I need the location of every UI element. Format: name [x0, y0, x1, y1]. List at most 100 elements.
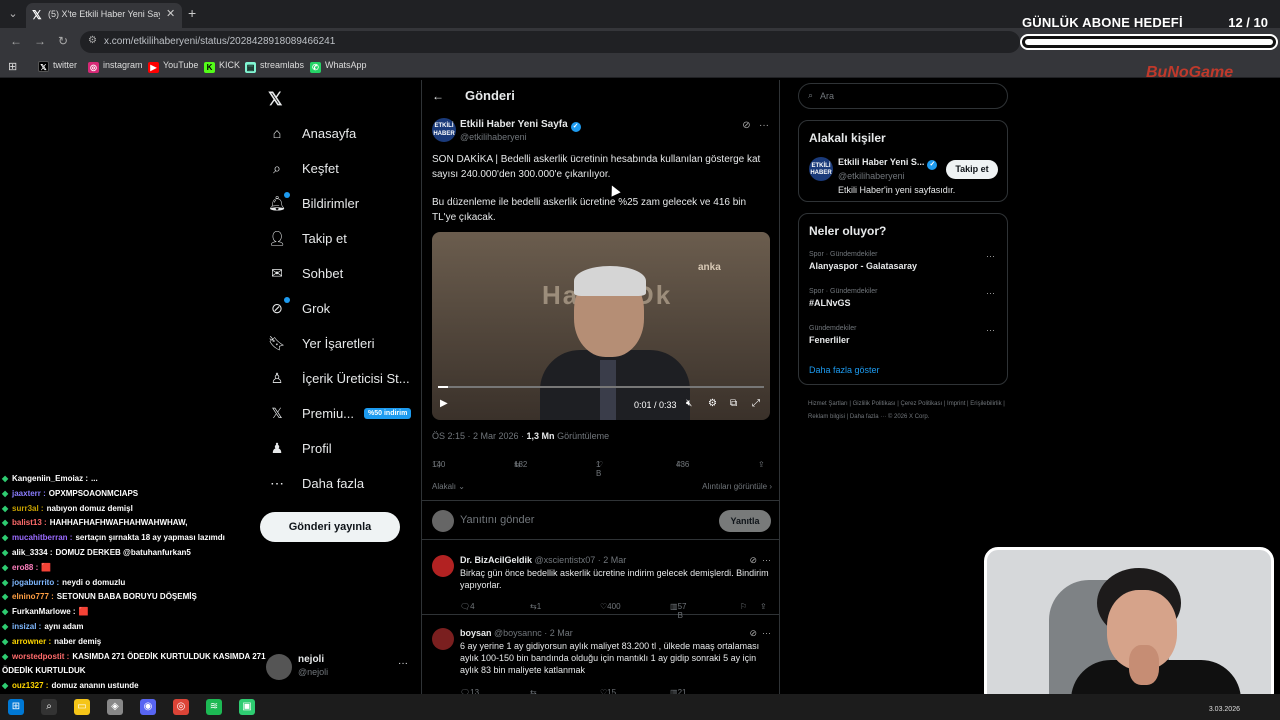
reply-text: 6 ay yerine 1 ay gidiyorsun aylık maliye…	[460, 641, 760, 675]
tweet-video[interactable]: Haber Dk anka ▶ 0:01 / 0:33 🔇︎ ⚙ ⧉ ⤢	[432, 232, 770, 420]
x-logo-icon[interactable]: 𝕏	[268, 84, 283, 114]
site-info-icon[interactable]: ⚙	[88, 35, 97, 46]
chat-badge-icon: ◆	[2, 681, 9, 691]
post-button[interactable]: Gönderi yayınla	[260, 512, 400, 542]
premium-discount-badge: %50 indirim	[364, 407, 412, 419]
nav-profile[interactable]: ♟ Profil	[266, 433, 332, 463]
nav-creator-studio[interactable]: ♙ İçerik Üreticisi St...	[266, 363, 410, 393]
bookmark-streamlabs[interactable]: ▤ streamlabs	[245, 60, 304, 73]
bookmarks-bar: ⊞ 𝕏twitter ◎ instagram ▶ YouTube K KICK ▤ st…	[0, 56, 1280, 78]
follow-button[interactable]: Takip et	[946, 160, 998, 179]
trend-item[interactable]: Spor · Gündemdekiler #ALNvGS ···	[809, 288, 999, 308]
heart-icon[interactable]: ♡ 400	[600, 602, 621, 611]
video-progress-bar[interactable]	[438, 386, 764, 388]
chat-username: alik_3334 :	[12, 548, 53, 557]
bookmark-instagram[interactable]: ◎ instagram	[88, 60, 143, 73]
account-switcher[interactable]: nejoli @nejoli ···	[266, 652, 416, 682]
nav-bookmarks[interactable]: 🔖︎ Yer İşaretleri	[266, 328, 375, 358]
sub-goal-count: 12 / 10	[1228, 15, 1268, 30]
nav-explore[interactable]: ⌕ Keşfet	[266, 153, 339, 183]
more-icon[interactable]: ···	[986, 251, 995, 261]
chat-username: jaaxterr :	[12, 488, 46, 498]
more-icon[interactable]: ⊘ ···	[749, 555, 771, 566]
fullscreen-icon[interactable]: ⤢	[752, 398, 760, 409]
discord-icon[interactable]: ◉	[140, 699, 156, 715]
bookmark-whatsapp[interactable]: ✆ WhatsApp	[310, 60, 367, 73]
sub-goal-fill	[1025, 39, 1273, 45]
card-title: Neler oluyor?	[809, 224, 887, 238]
chat-username: mucahitberran :	[12, 533, 73, 543]
reply-item[interactable]: Dr. BizAcilGeldik @xscientistx07 · 2 Mar…	[422, 547, 779, 620]
more-icon[interactable]: ⊘ ···	[749, 628, 771, 639]
more-icon[interactable]: ···	[398, 658, 408, 669]
chat-badge-icon: ◆	[2, 562, 9, 572]
show-more-link[interactable]: Daha fazla göster	[809, 365, 880, 375]
settings-icon[interactable]: ⚙	[708, 398, 717, 409]
back-arrow-icon[interactable]: ←	[432, 89, 444, 103]
search-input[interactable]: ⌕ Ara	[798, 83, 1008, 109]
apps-icon[interactable]: ⊞	[8, 60, 17, 73]
play-icon[interactable]: ▶	[440, 398, 448, 409]
reply-item[interactable]: boysan @boysannc · 2 Mar ⊘ ··· 6 ay yeri…	[422, 620, 779, 700]
close-tab-icon[interactable]: ✕	[166, 7, 175, 20]
bookmark-youtube[interactable]: ▶ YouTube	[148, 60, 198, 73]
nav-home[interactable]: ⌂ Anasayfa	[266, 118, 356, 148]
search-icon[interactable]: ⌕	[41, 699, 57, 715]
forward-icon[interactable]: →	[34, 34, 46, 48]
sort-dropdown[interactable]: Alakalı ⌄	[432, 482, 465, 491]
avatar	[432, 555, 454, 577]
back-icon[interactable]: ←	[10, 34, 22, 48]
share-icon[interactable]: ⇪	[760, 602, 767, 611]
related-person-name[interactable]: Etkili Haber Yeni S... ✓	[838, 157, 938, 170]
trend-item[interactable]: Gündemdekiler Fenerliler ···	[809, 325, 999, 345]
reload-icon[interactable]: ↻	[58, 34, 68, 48]
reply-button[interactable]: Yanıtla	[719, 510, 771, 532]
tweet-author-handle[interactable]: @etkilihaberyeni	[460, 132, 527, 142]
tab-search-icon[interactable]: ⌄	[4, 5, 22, 23]
video-watermark: anka	[698, 262, 721, 273]
nav-notifications[interactable]: 🔔︎ Bildirimler	[266, 188, 359, 218]
nav-follow[interactable]: 👤︎ Takip et	[266, 223, 347, 253]
nav-messages[interactable]: ✉ Sohbet	[266, 258, 343, 288]
chrome-icon[interactable]: ◎	[173, 699, 189, 715]
volume-mute-icon[interactable]: 🔇︎	[686, 398, 692, 409]
views-icon[interactable]: ▥ 57 B	[670, 602, 686, 620]
bookmark-kick[interactable]: K KICK	[204, 60, 240, 73]
bookmark-twitter[interactable]: 𝕏twitter	[38, 60, 77, 72]
app-green-icon[interactable]: ▣	[239, 699, 255, 715]
bookmark-icon: 🔖︎	[268, 334, 286, 351]
spotify-icon[interactable]: ≋	[206, 699, 222, 715]
explorer-icon[interactable]: ▭	[74, 699, 90, 715]
tweet-author-avatar[interactable]: ETKİLİ HABER	[432, 118, 456, 142]
tweet-author-name[interactable]: Etkili Haber Yeni Sayfa ✓	[460, 119, 581, 132]
bookmark-icon[interactable]: ⚐	[740, 602, 747, 611]
windows-icon[interactable]: ⊞	[8, 699, 24, 715]
url-bar[interactable]: ⚙ x.com/etkilihaberyeni/status/202842891…	[80, 31, 1020, 53]
pip-icon[interactable]: ⧉	[730, 398, 737, 409]
nav-more[interactable]: ⋯ Daha fazla	[266, 468, 364, 498]
more-icon[interactable]: ···	[759, 120, 769, 131]
footer-links[interactable]: Hizmet Şartları | Gizlilik Politikası | …	[808, 398, 1008, 424]
tab-title: (5) X'te Etkili Haber Yeni Sayfa: "	[48, 9, 160, 19]
more-icon[interactable]: ···	[986, 325, 995, 335]
sub-goal-widget: GÜNLÜK ABONE HEDEFİ 12 / 10	[1020, 12, 1280, 52]
tweet-views: 1,3 Mn	[526, 431, 555, 441]
view-quotes-link[interactable]: Alıntıları görüntüle ›	[702, 482, 772, 491]
reply-icon[interactable]: 🗨︎ 4	[460, 602, 475, 611]
reply-input[interactable]: Yanıtını gönder	[460, 514, 534, 526]
avatar[interactable]: ETKİLİ HABER	[809, 157, 833, 181]
webcam-feed	[984, 547, 1274, 707]
account-handle: @nejoli	[298, 667, 329, 677]
more-icon[interactable]: ···	[986, 288, 995, 298]
new-tab-icon[interactable]: +	[188, 5, 196, 21]
trend-item[interactable]: Spor · Gündemdekiler Alanyaspor - Galatas…	[809, 251, 999, 271]
nav-premium[interactable]: 𝕏 Premiu... %50 indirim	[266, 398, 426, 428]
app-icon[interactable]: ◈	[107, 699, 123, 715]
browser-tab[interactable]: 𝕏 (5) X'te Etkili Haber Yeni Sayfa: " ✕	[26, 3, 182, 28]
nav-grok[interactable]: ⊘ Grok	[266, 293, 330, 323]
retweet-icon[interactable]: ⇆ 1	[530, 602, 541, 611]
grok-icon[interactable]: ⊘	[742, 120, 750, 131]
nav-label: Yer İşaretleri	[302, 335, 375, 351]
chat-text: nabıyon domuz demişl	[46, 503, 133, 513]
chat-message: ◆ balist13 : HAHHAFHAFHWAFHAHWAHWHAW,	[2, 518, 187, 527]
